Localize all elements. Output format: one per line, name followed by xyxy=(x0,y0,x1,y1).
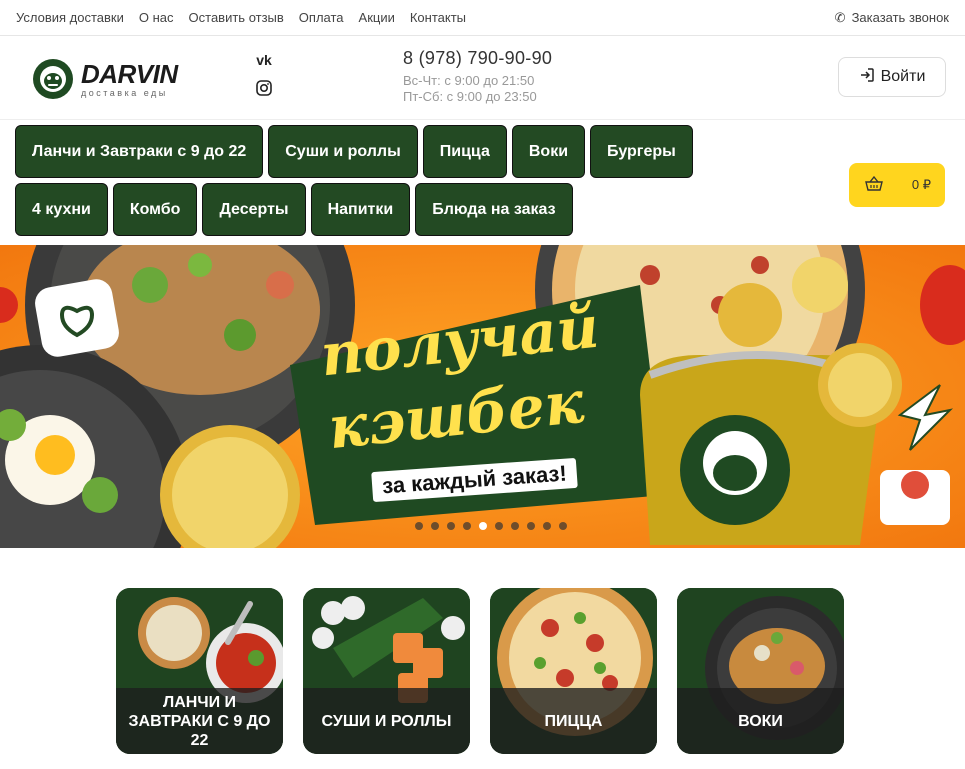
category-pizza[interactable]: Пицца xyxy=(422,125,507,178)
banner-dot[interactable] xyxy=(559,522,567,530)
category-sushi[interactable]: Суши и роллы xyxy=(268,125,418,178)
link-leave-review[interactable]: Оставить отзыв xyxy=(189,10,284,25)
link-about[interactable]: О нас xyxy=(139,10,174,25)
callback-label: Заказать звонок xyxy=(851,10,949,25)
category-combo[interactable]: Комбо xyxy=(112,183,198,236)
banner-dot[interactable] xyxy=(495,522,503,530)
cart-button[interactable]: 0 ₽ xyxy=(849,163,945,207)
banner-dot[interactable] xyxy=(479,522,487,530)
cart-total: 0 ₽ xyxy=(911,177,931,192)
banner-pagination xyxy=(415,522,567,530)
callback-button[interactable]: ✆ Заказать звонок xyxy=(835,10,949,26)
link-delivery-terms[interactable]: Условия доставки xyxy=(16,10,124,25)
banner-dot[interactable] xyxy=(415,522,423,530)
phone-number[interactable]: 8 (978) 790-90-90 xyxy=(403,48,552,69)
card-lunches[interactable]: ЛАНЧИ И ЗАВТРАКИ С 9 ДО 22 xyxy=(116,588,283,754)
card-pizza-label: ПИЦЦА xyxy=(490,688,657,754)
top-bar: Условия доставки О нас Оставить отзыв Оп… xyxy=(0,0,965,36)
card-woks-label: ВОКИ xyxy=(677,688,844,754)
hours-weekday: Вс-Чт: с 9:00 до 21:50 xyxy=(403,73,535,88)
link-promotions[interactable]: Акции xyxy=(359,10,395,25)
login-button[interactable]: Войти xyxy=(838,57,946,97)
category-4-kitchens[interactable]: 4 кухни xyxy=(15,183,108,236)
card-pizza[interactable]: ПИЦЦА xyxy=(490,588,657,754)
card-sushi-label: СУШИ И РОЛЛЫ xyxy=(303,688,470,754)
phone-icon: ✆ xyxy=(834,9,846,25)
banner-dot[interactable] xyxy=(511,522,519,530)
instagram-icon[interactable] xyxy=(254,79,274,97)
social-links: vk xyxy=(254,51,274,97)
hours-weekend: Пт-Сб: с 9:00 до 23:50 xyxy=(403,89,537,104)
header: DARVIN доставка еды vk 8 (978) 790-90-90… xyxy=(0,36,965,120)
category-custom-dishes[interactable]: Блюда на заказ xyxy=(415,183,573,236)
category-burgers[interactable]: Бургеры xyxy=(590,125,693,178)
logo-name: DARVIN xyxy=(81,58,178,89)
category-desserts[interactable]: Десерты xyxy=(202,183,306,236)
category-drinks[interactable]: Напитки xyxy=(310,183,411,236)
banner-dot[interactable] xyxy=(431,522,439,530)
promo-banner[interactable]: получай кэшбек за каждый заказ! xyxy=(0,245,965,548)
banner-dot[interactable] xyxy=(463,522,471,530)
logo[interactable]: DARVIN доставка еды xyxy=(33,59,178,99)
link-contacts[interactable]: Контакты xyxy=(410,10,466,25)
top-links: Условия доставки О нас Оставить отзыв Оп… xyxy=(16,10,466,25)
login-icon xyxy=(859,67,875,88)
card-lunches-label: ЛАНЧИ И ЗАВТРАКИ С 9 ДО 22 xyxy=(116,688,283,754)
banner-dot[interactable] xyxy=(447,522,455,530)
category-cards: ЛАНЧИ И ЗАВТРАКИ С 9 ДО 22 СУШИ И РОЛЛЫ xyxy=(116,588,844,754)
login-label: Войти xyxy=(880,68,926,85)
card-woks[interactable]: ВОКИ xyxy=(677,588,844,754)
contacts: 8 (978) 790-90-90 Вс-Чт: с 9:00 до 21:50… xyxy=(403,48,552,105)
banner-dot[interactable] xyxy=(543,522,551,530)
card-sushi[interactable]: СУШИ И РОЛЛЫ xyxy=(303,588,470,754)
category-woks[interactable]: Воки xyxy=(511,125,586,178)
vk-icon[interactable]: vk xyxy=(254,51,274,69)
category-lunches[interactable]: Ланчи и Завтраки с 9 до 22 xyxy=(15,125,264,178)
monkey-logo-icon xyxy=(33,59,73,99)
category-nav: Ланчи и Завтраки с 9 до 22 Суши и роллы … xyxy=(15,125,705,236)
banner-dot[interactable] xyxy=(527,522,535,530)
link-payment[interactable]: Оплата xyxy=(299,10,344,25)
logo-subtitle: доставка еды xyxy=(81,87,168,98)
basket-icon xyxy=(865,175,883,195)
